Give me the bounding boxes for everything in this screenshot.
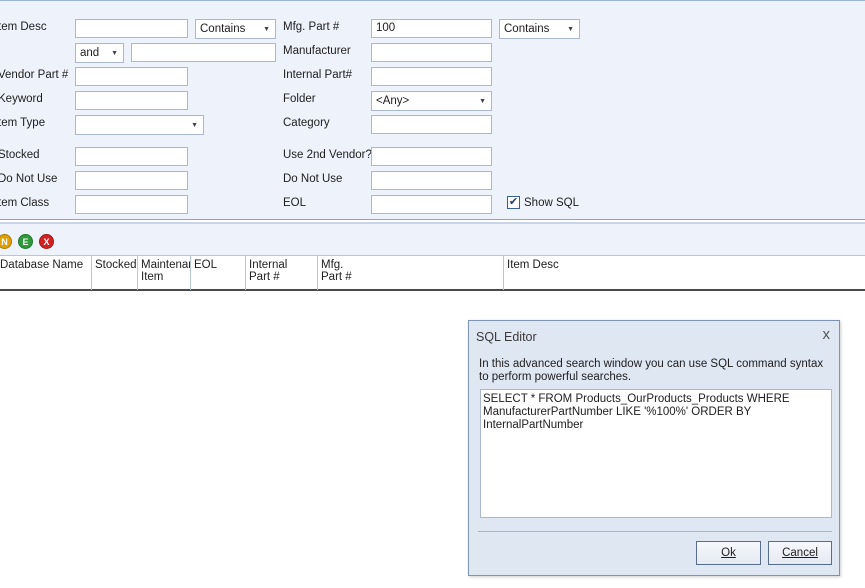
mfg-part-input[interactable]: 100 [371, 19, 492, 38]
category-input[interactable] [371, 115, 492, 134]
ok-button[interactable]: Ok [696, 541, 761, 565]
mfg-part-operator-dropdown[interactable]: Contains ▼ [499, 19, 580, 39]
label-do-not-use: Do Not Use [0, 173, 58, 185]
column-eol[interactable]: EOL [191, 256, 246, 290]
chevron-down-icon: ▼ [479, 98, 486, 105]
results-grid-header: Database Name Stocked Maintenar Item EOL… [0, 255, 865, 291]
column-internal-part[interactable]: Internal Part # [246, 256, 318, 290]
dialog-description: In this advanced search window you can u… [479, 358, 824, 383]
sql-textarea[interactable]: SELECT * FROM Products_OurProducts_Produ… [480, 389, 832, 518]
conjunction-dropdown[interactable]: and ▼ [75, 43, 124, 63]
column-stocked[interactable]: Stocked [92, 256, 138, 290]
label-internal-part: Internal Part# [283, 69, 353, 81]
vendor-part-input[interactable] [75, 67, 188, 86]
label-do-not-use-2: Do Not Use [283, 173, 343, 185]
keyword-input[interactable] [75, 91, 188, 110]
label-use-2nd-vendor: Use 2nd Vendor? [283, 149, 372, 161]
eol-input[interactable] [371, 195, 492, 214]
delete-button[interactable]: X [39, 234, 54, 249]
column-maintenance-item[interactable]: Maintenar Item [138, 256, 191, 290]
dialog-divider [478, 531, 832, 532]
item-desc-operator-dropdown[interactable]: Contains ▼ [195, 19, 276, 39]
label-item-type: tem Type [0, 117, 46, 129]
column-database-name[interactable]: Database Name [0, 256, 92, 290]
do-not-use-input[interactable] [75, 171, 188, 190]
conjunction-value: and [80, 47, 100, 59]
label-vendor-part: Vendor Part # [0, 69, 69, 81]
column-item-desc[interactable]: Item Desc [504, 256, 865, 290]
item-desc-input[interactable] [75, 19, 188, 38]
label-keyword: Keyword [0, 93, 43, 105]
chevron-down-icon: ▼ [111, 50, 118, 57]
show-sql-checkbox[interactable]: ✔ Show SQL [507, 196, 579, 209]
cancel-button-label: Cancel [782, 547, 818, 559]
close-icon[interactable]: x [823, 326, 831, 343]
do-not-use-2-input[interactable] [371, 171, 492, 190]
dialog-title: SQL Editor [476, 330, 537, 344]
show-sql-label: Show SQL [524, 196, 579, 209]
ok-button-label: Ok [721, 547, 736, 559]
item-desc-second-input[interactable] [131, 43, 276, 62]
item-desc-operator-value: Contains [200, 23, 246, 35]
stocked-input[interactable] [75, 147, 188, 166]
label-item-desc: tem Desc [0, 21, 47, 33]
label-manufacturer: Manufacturer [283, 45, 351, 57]
chevron-down-icon: ▼ [263, 26, 270, 33]
search-panel: tem Desc Vendor Part # Keyword tem Type … [0, 0, 865, 220]
folder-dropdown[interactable]: <Any> ▼ [371, 91, 492, 111]
label-folder: Folder [283, 93, 316, 105]
label-mfg-part: Mfg. Part # [283, 21, 340, 33]
label-stocked: Stocked [0, 149, 40, 161]
cancel-button[interactable]: Cancel [768, 541, 832, 565]
column-mfg-part[interactable]: Mfg. Part # [318, 256, 504, 290]
label-category: Category [283, 117, 330, 129]
label-item-class: tem Class [0, 197, 50, 209]
folder-value: <Any> [376, 95, 410, 107]
item-class-input[interactable] [75, 195, 188, 214]
action-toolbar: N E X [0, 224, 865, 255]
item-type-dropdown[interactable]: ▼ [75, 115, 204, 135]
sql-editor-dialog: SQL Editor x In this advanced search win… [468, 320, 840, 576]
label-eol: EOL [283, 197, 307, 209]
mfg-part-operator-value: Contains [504, 23, 550, 35]
checkmark-icon: ✔ [507, 196, 520, 209]
new-button[interactable]: N [0, 234, 12, 249]
use-2nd-vendor-input[interactable] [371, 147, 492, 166]
edit-button[interactable]: E [18, 234, 33, 249]
chevron-down-icon: ▼ [567, 26, 574, 33]
internal-part-input[interactable] [371, 67, 492, 86]
chevron-down-icon: ▼ [191, 122, 198, 129]
manufacturer-input[interactable] [371, 43, 492, 62]
